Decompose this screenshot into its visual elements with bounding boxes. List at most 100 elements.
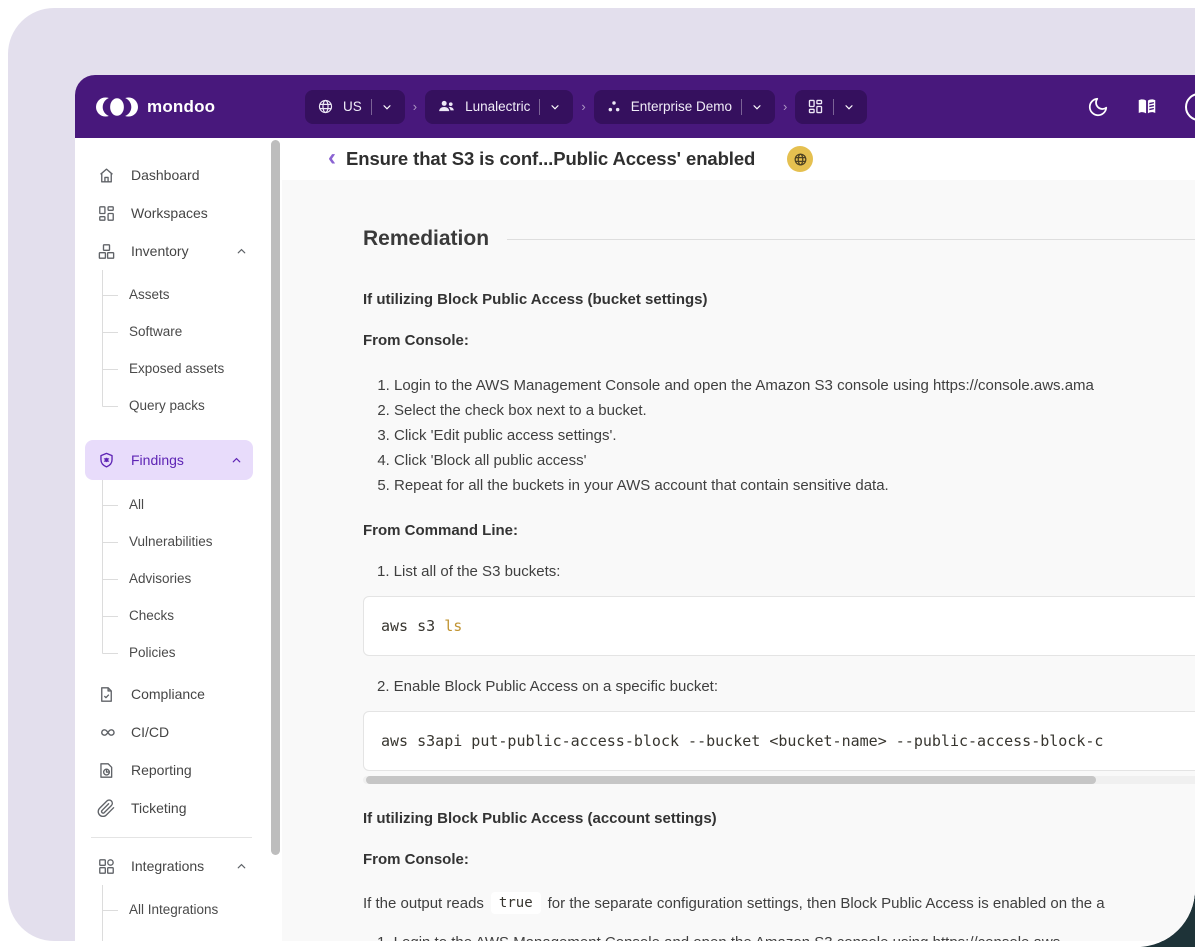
inline-code-true: true [491,892,541,914]
section-heading: Remediation [363,227,489,251]
sidebar-item-label: Compliance [131,686,205,702]
sidebar-item-compliance[interactable]: Compliance [75,675,268,713]
avatar[interactable] [1185,93,1195,121]
page-title-bar: ‹ Ensure that S3 is conf...Public Access… [282,138,1195,180]
output-reads-line: If the output reads true for the separat… [363,892,1195,914]
sidebar-item-add-new-integration[interactable]: Add New Integra [75,928,268,941]
mondoo-logo-icon [96,94,138,120]
sidebar-scrollbar-thumb[interactable] [271,140,280,855]
sidebar-item-query-packs[interactable]: Query packs [75,387,268,424]
back-button[interactable]: ‹ [328,146,336,170]
code-text: aws s3api put-public-access-block --buck… [381,732,1103,750]
sidebar-item-exposed-assets[interactable]: Exposed assets [75,350,268,387]
chip-divider [371,99,372,115]
sidebar-item-label: Workspaces [131,205,208,221]
home-icon [97,166,116,185]
dark-mode-moon-icon[interactable] [1087,96,1109,118]
space-label: Enterprise Demo [631,99,732,114]
breadcrumb-separator: › [783,99,787,114]
space-selector[interactable]: Enterprise Demo [594,90,775,124]
sidebar-item-inventory[interactable]: Inventory [75,232,268,270]
sidebar-subitem-label: Query packs [129,398,205,413]
cli-step-2: 2. Enable Block Public Access on a speci… [377,678,1195,695]
sidebar-subitem-label: Vulnerabilities [129,534,213,549]
chevron-up-icon[interactable] [230,454,243,467]
sidebar-item-cicd[interactable]: CI/CD [75,713,268,751]
list-item: Select the check box next to a bucket. [394,398,1195,423]
docs-book-icon[interactable] [1135,96,1159,118]
sidebar-subitem-label: Checks [129,608,174,623]
report-chart-icon [97,761,116,780]
sidebar-item-reporting[interactable]: Reporting [75,751,268,789]
chevron-down-icon[interactable] [843,101,855,113]
sidebar-divider [91,837,252,838]
brand-name: mondoo [147,97,215,117]
sidebar-subitem-label: Add New Integra [129,939,230,941]
subheading-account-settings: If utilizing Block Public Access (accoun… [363,810,1195,827]
document-check-icon [97,685,116,704]
organization-selector[interactable]: Lunalectric [425,90,573,124]
rounded-backdrop: mondoo US [0,0,1195,947]
chevron-up-icon[interactable] [235,860,248,873]
sidebar-item-dashboard[interactable]: Dashboard [75,156,268,194]
integrations-subtree: All Integrations Add New Integra [75,885,268,941]
globe-icon [317,98,334,115]
sidebar-item-checks[interactable]: Checks [75,597,268,634]
sidebar-item-label: Dashboard [131,167,200,183]
breadcrumb-separator: › [413,99,417,114]
code-scrollbar-thumb[interactable] [366,776,1096,784]
cli-step-1: 1. List all of the S3 buckets: [377,563,1195,580]
mondoo-logo[interactable]: mondoo [75,94,268,120]
cluster-icon [606,99,622,115]
inventory-stack-icon [97,242,116,261]
chevron-down-icon[interactable] [381,101,393,113]
sidebar-item-findings[interactable]: Findings [85,440,253,480]
account-step-1: 1. Login to the AWS Management Console a… [377,934,1195,941]
sidebar-item-label: Reporting [131,762,192,778]
sidebar-item-workspaces[interactable]: Workspaces [75,194,268,232]
code-horizontal-scrollbar [363,776,1195,784]
integrations-widgets-icon [97,857,116,876]
public-globe-icon [793,152,808,167]
main-panel: ‹ Ensure that S3 is conf...Public Access… [282,138,1195,941]
list-item: Click 'Block all public access' [394,448,1195,473]
topbar-actions [1087,93,1195,121]
code-highlight: ls [444,617,462,635]
remediation-content: Remediation If utilizing Block Public Ac… [282,180,1195,941]
sidebar-subitem-label: All Integrations [129,902,218,917]
sidebar-subitem-label: Assets [129,287,170,302]
sidebar-subitem-label: Advisories [129,571,191,586]
page-title: Ensure that S3 is conf...Public Access' … [346,148,755,170]
workspaces-icon [97,204,116,223]
provider-badge[interactable] [787,146,813,172]
sidebar-item-integrations[interactable]: Integrations [75,847,268,885]
sidebar-item-policies[interactable]: Policies [75,634,268,671]
sidebar-item-advisories[interactable]: Advisories [75,560,268,597]
chip-divider [833,99,834,115]
chevron-up-icon[interactable] [235,245,248,258]
breadcrumb-separator: › [581,99,585,114]
list-item: Login to the AWS Management Console and … [394,373,1195,398]
sidebar-item-label: Integrations [131,858,204,874]
sidebar-item-software[interactable]: Software [75,313,268,350]
sidebar-item-all-integrations[interactable]: All Integrations [75,891,268,928]
region-selector[interactable]: US [305,90,405,124]
text-before-code: If the output reads [363,895,484,912]
workspace-selector[interactable] [795,90,867,124]
paperclip-icon [97,799,116,818]
list-item: Repeat for all the buckets in your AWS a… [394,473,1195,498]
console-steps-list: Login to the AWS Management Console and … [363,373,1195,498]
top-navigation-bar: mondoo US [75,75,1195,138]
sidebar-item-assets[interactable]: Assets [75,276,268,313]
sidebar-item-label: Findings [131,452,184,468]
sidebar-item-ticketing[interactable]: Ticketing [75,789,268,827]
chevron-down-icon[interactable] [751,101,763,113]
heading-divider [507,239,1195,240]
sidebar-subitem-label: Policies [129,645,176,660]
chevron-down-icon[interactable] [549,101,561,113]
sidebar-item-vulnerabilities[interactable]: Vulnerabilities [75,523,268,560]
shield-bug-icon [97,451,116,470]
sidebar-subitem-label: All [129,497,144,512]
chip-divider [741,99,742,115]
sidebar-item-all[interactable]: All [75,486,268,523]
